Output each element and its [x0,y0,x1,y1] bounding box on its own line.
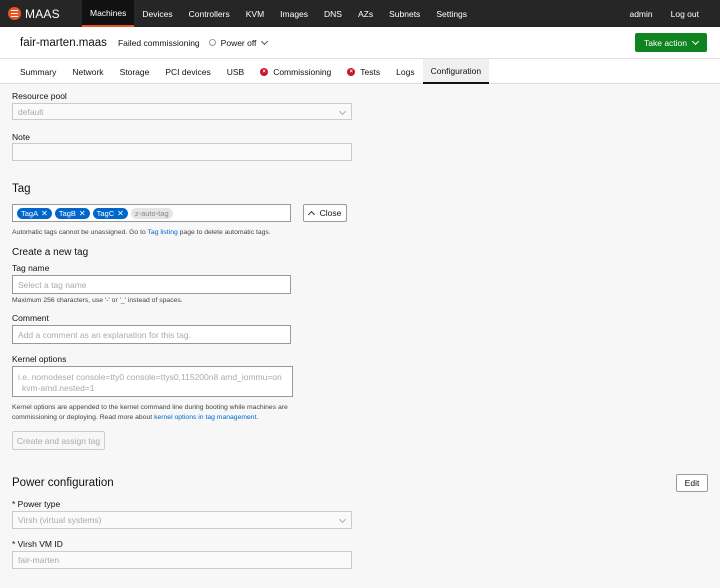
close-icon[interactable]: ✕ [79,209,86,218]
vm-id-field[interactable]: fair-marten [12,551,352,569]
vm-id-label: * Virsh VM ID [12,539,63,549]
tab-commissioning-label: Commissioning [273,66,332,77]
power-config-heading: Power configuration [12,477,114,489]
machine-status: Failed commissioning [117,37,200,48]
tag-listing-link[interactable]: Tag listing [148,229,178,236]
tab-configuration[interactable]: Configuration [422,59,490,84]
chevron-down-icon [261,37,269,45]
tag-chip-label: TagB [58,208,76,218]
close-label: Close [319,208,342,218]
auto-tag-chip: z-auto-tag [130,207,173,219]
tag-heading: Tag [12,183,31,195]
nav-user-admin[interactable]: admin [621,0,662,27]
maas-logo-icon [8,7,21,20]
kernel-options-placeholder: kvm-amd.nested=1 [22,383,95,393]
power-off-icon [208,39,216,46]
kernel-options-input[interactable]: i.e. nomodeset console=tty0 console=ttys… [12,366,293,397]
nav-dns[interactable]: DNS [316,0,350,27]
error-icon: × [347,67,356,76]
power-type-select[interactable]: Virsh (virtual systems) [12,511,352,529]
power-type-value: Virsh (virtual systems) [18,515,102,525]
tab-tests[interactable]: × Tests [339,59,388,84]
nav-logout[interactable]: Log out [663,0,720,27]
tab-network[interactable]: Network [64,59,111,84]
resource-pool-value: default [18,106,44,117]
chevron-down-icon [691,37,700,45]
kernel-options-label: Kernel options [12,354,67,364]
nav-subnets[interactable]: Subnets [381,0,428,27]
take-action-label: Take action [644,37,687,48]
comment-input[interactable]: Add a comment as an explanation for this… [12,325,291,344]
error-icon: × [260,67,269,76]
comment-placeholder: Add a comment as an explanation for this… [18,329,191,340]
machine-tabs: Summary Network Storage PCI devices USB … [0,59,720,84]
resource-pool-select[interactable]: default [12,103,352,120]
tag-name-help: Maximum 256 characters, use '-' or '_' i… [12,297,183,304]
nav-controllers[interactable]: Controllers [181,0,238,27]
nav-azs[interactable]: AZs [350,0,381,27]
tag-selector[interactable]: TagA ✕ TagB ✕ TagC ✕ z-auto-tag [12,204,291,222]
close-icon[interactable]: ✕ [41,209,48,218]
tab-commissioning[interactable]: × Commissioning [252,59,339,84]
create-tag-heading: Create a new tag [12,247,89,258]
top-nav: MAAS Machines Devices Controllers KVM Im… [0,0,720,27]
tag-chip-label: TagA [21,208,39,218]
tab-pci-devices[interactable]: PCI devices [157,59,218,84]
power-menu[interactable]: Power off [208,37,269,48]
nav-images[interactable]: Images [272,0,316,27]
chevron-down-icon [338,515,347,524]
power-type-label: * Power type [12,499,61,509]
nav-machines[interactable]: Machines [82,0,135,27]
comment-label: Comment [12,313,49,323]
tag-chip[interactable]: TagB ✕ [54,207,90,219]
kernel-options-placeholder: i.e. nomodeset console=tty0 console=ttys… [18,372,282,382]
tag-help-text: Automatic tags cannot be unassigned. Go … [12,229,271,236]
brand-name: MAAS [25,6,60,21]
tab-summary[interactable]: Summary [12,59,64,84]
power-status: Power off [220,37,257,48]
resource-pool-label: Resource pool [12,91,67,101]
vm-id-value: fair-marten [18,555,60,565]
tag-name-label: Tag name [12,263,50,273]
tag-chip[interactable]: TagA ✕ [17,207,52,219]
kernel-options-link[interactable]: kernel options in tag management [154,414,256,421]
machine-header: fair-marten.maas Failed commissioning Po… [0,27,720,59]
note-field[interactable] [12,143,352,161]
nav-devices[interactable]: Devices [134,0,180,27]
tag-chip[interactable]: TagC ✕ [92,207,128,219]
tab-storage[interactable]: Storage [112,59,158,84]
edit-power-button[interactable]: Edit [676,474,708,492]
chevron-up-icon [307,210,315,219]
tag-name-placeholder: Select a tag name [18,279,87,290]
close-icon[interactable]: ✕ [117,209,124,218]
tab-tests-label: Tests [360,66,381,77]
kernel-options-help: Kernel options are appended to the kerne… [12,404,288,421]
maas-logo[interactable]: MAAS [0,0,82,27]
close-tag-selector-button[interactable]: Close [303,204,347,222]
note-label: Note [12,132,30,142]
nav-kvm[interactable]: KVM [238,0,272,27]
tag-chip-label: TagC [96,208,115,218]
chevron-down-icon [338,107,347,116]
create-and-assign-tag-button[interactable]: Create and assign tag [12,431,105,450]
tag-name-input[interactable]: Select a tag name [12,275,291,294]
take-action-button[interactable]: Take action [635,33,707,52]
nav-settings[interactable]: Settings [428,0,475,27]
machine-hostname: fair-marten.maas [20,36,107,49]
tab-usb[interactable]: USB [219,59,252,84]
tab-logs[interactable]: Logs [388,59,422,84]
